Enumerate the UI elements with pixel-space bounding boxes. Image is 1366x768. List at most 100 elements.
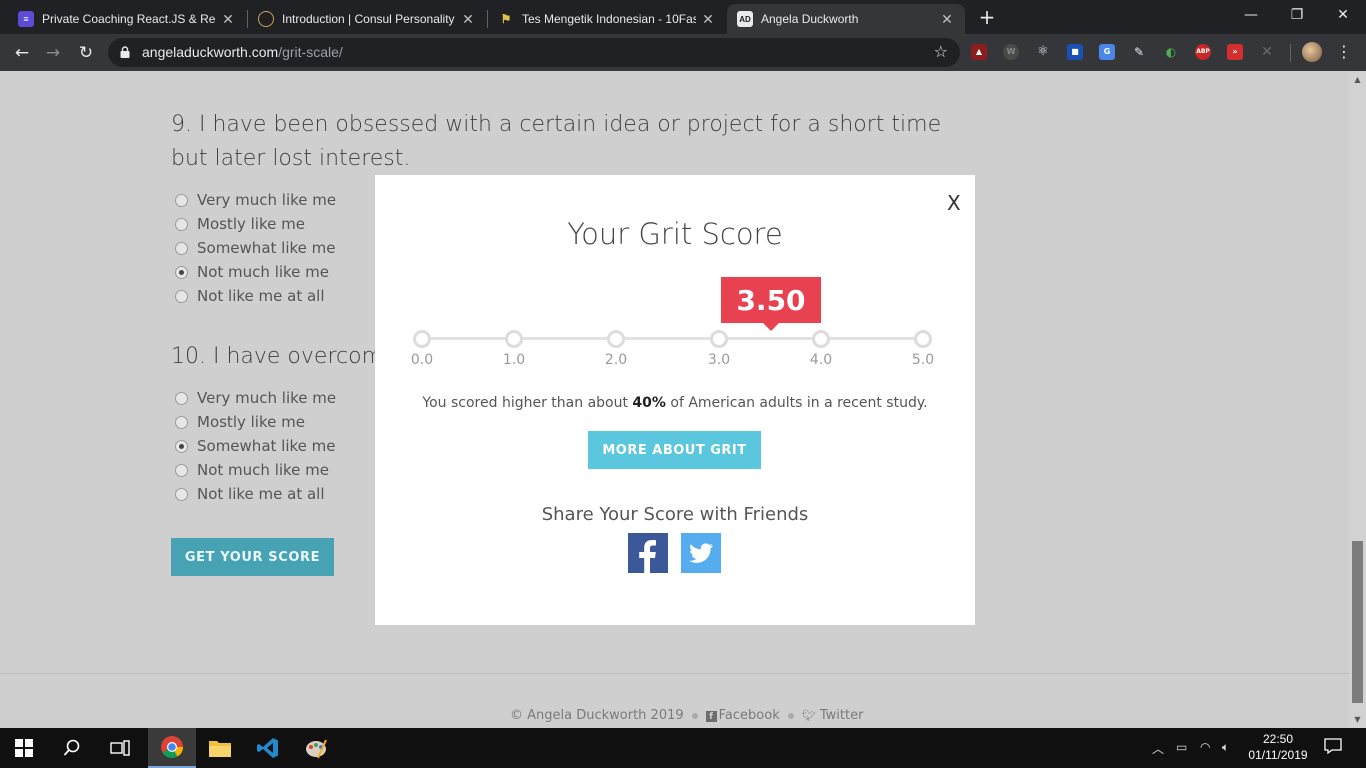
color-extension-icon[interactable]: ◐ [1163, 44, 1179, 60]
close-tab-icon[interactable]: ✕ [700, 11, 716, 28]
notifications-icon[interactable] [1324, 737, 1342, 758]
show-hidden-icons-chevron-icon[interactable]: ︿ [1152, 740, 1164, 757]
tab-tes-mengetik[interactable]: ⚑ Tes Mengetik Indonesian - 10Fast ✕ [488, 4, 726, 34]
score-pointer [762, 322, 780, 331]
question-10-text: 10. I have overcome [171, 344, 397, 369]
radio-button[interactable] [175, 193, 188, 207]
start-button[interactable] [0, 728, 48, 768]
red-forward-extension-icon[interactable]: » [1227, 44, 1243, 60]
eyedropper-extension-icon[interactable]: ✎ [1131, 44, 1147, 60]
volume-icon[interactable]: 🔈︎ [1222, 740, 1229, 755]
tab-consul-personality[interactable]: Introduction | Consul Personality ✕ [248, 4, 486, 34]
radio-button[interactable] [175, 289, 188, 303]
scale-label: 1.0 [502, 352, 526, 368]
scrollbar-thumb[interactable] [1352, 541, 1363, 703]
radio-button-selected[interactable] [175, 439, 188, 453]
radio-button[interactable] [175, 463, 188, 477]
radio-button-selected[interactable] [175, 265, 188, 279]
x-extension-icon[interactable]: ✕ [1259, 44, 1275, 60]
forward-button[interactable]: → [40, 40, 66, 66]
bookmark-star-icon[interactable]: ☆ [934, 42, 948, 61]
vscode-icon [257, 738, 278, 758]
taskbar-chrome[interactable] [148, 728, 196, 768]
close-tab-icon[interactable]: ✕ [220, 11, 236, 28]
chrome-icon [161, 736, 183, 758]
search-button[interactable] [48, 728, 96, 768]
page-scrollbar[interactable]: ▲ ▼ [1349, 71, 1366, 728]
react-devtools-icon[interactable]: ⚛ [1035, 44, 1051, 60]
q9-option-mostly[interactable]: Mostly like me [175, 212, 336, 236]
battery-icon[interactable]: ▭ [1176, 740, 1187, 754]
scale-label: 0.0 [410, 352, 434, 368]
radio-button[interactable] [175, 487, 188, 501]
windows-logo-icon [15, 739, 33, 757]
paint-palette-icon [306, 739, 327, 759]
share-twitter-button[interactable] [681, 533, 721, 573]
close-tab-icon[interactable]: ✕ [460, 11, 476, 28]
windows-taskbar: ︿ ▭ ◠ 🔈︎ 22:50 01/11/2019 [0, 728, 1366, 768]
q9-option-somewhat[interactable]: Somewhat like me [175, 236, 336, 260]
radio-button[interactable] [175, 415, 188, 429]
system-clock[interactable]: 22:50 01/11/2019 [1246, 731, 1310, 763]
scale-tick [413, 330, 431, 348]
radio-button[interactable] [175, 391, 188, 405]
scroll-down-arrow-icon[interactable]: ▼ [1349, 711, 1366, 728]
scale-tick [812, 330, 830, 348]
reload-button[interactable]: ↻ [73, 40, 99, 66]
footer-facebook-link[interactable]: f Facebook [705, 708, 780, 723]
question-10-options: Very much like me Mostly like me Somewha… [175, 386, 336, 506]
wifi-icon[interactable]: ◠ [1200, 740, 1210, 754]
task-view-button[interactable] [96, 728, 144, 768]
q10-option-not-much[interactable]: Not much like me [175, 458, 336, 482]
toolbar-separator [1290, 44, 1291, 62]
scroll-up-arrow-icon[interactable]: ▲ [1349, 71, 1366, 88]
twitter-icon: 🐦︎ [801, 709, 816, 722]
address-bar[interactable]: angeladuckworth.com/grit-scale/ ☆ [108, 38, 960, 67]
profile-avatar[interactable] [1302, 42, 1322, 62]
result-percent: 40% [632, 395, 666, 411]
more-about-grit-button[interactable]: MORE ABOUT GRIT [588, 431, 761, 469]
footer-copyright: © Angela Duckworth 2019 [510, 708, 684, 723]
get-your-score-button[interactable]: GET YOUR SCORE [171, 538, 334, 576]
q9-option-not-at-all[interactable]: Not like me at all [175, 284, 336, 308]
q10-option-mostly[interactable]: Mostly like me [175, 410, 336, 434]
radio-button[interactable] [175, 217, 188, 231]
blue-square-extension-icon[interactable]: ■ [1067, 44, 1083, 60]
pdf-extension-icon[interactable]: ▲ [971, 44, 987, 60]
share-facebook-button[interactable] [628, 533, 668, 573]
scale-label: 2.0 [604, 352, 628, 368]
google-translate-icon[interactable]: G [1099, 44, 1115, 60]
score-result-text: You scored higher than about 40% of Amer… [422, 395, 928, 411]
close-tab-icon[interactable]: ✕ [939, 11, 955, 28]
q10-option-very-much[interactable]: Very much like me [175, 386, 336, 410]
wordpress-extension-icon[interactable]: W [1003, 44, 1019, 60]
facebook-icon: f [705, 711, 717, 722]
consul-icon [258, 11, 274, 27]
minimize-button[interactable]: — [1228, 0, 1274, 30]
q9-option-very-much[interactable]: Very much like me [175, 188, 336, 212]
close-window-button[interactable]: ✕ [1320, 0, 1366, 30]
score-badge: 3.50 [721, 277, 821, 323]
flag-icon: ⚑ [500, 12, 512, 26]
folder-icon [209, 741, 231, 757]
tab-private-coaching[interactable]: ≡ Private Coaching React.JS & Reac ✕ [8, 4, 246, 34]
back-button[interactable]: ← [9, 40, 35, 66]
scale-tick [914, 330, 932, 348]
new-tab-button[interactable]: + [976, 6, 998, 28]
grit-score-modal: X Your Grit Score 3.50 0.0 1.0 2.0 3.0 4… [375, 175, 975, 625]
restore-button[interactable]: ❐ [1274, 0, 1320, 30]
q10-option-somewhat[interactable]: Somewhat like me [175, 434, 336, 458]
taskbar-vscode[interactable] [244, 728, 292, 768]
adblock-plus-icon[interactable]: ABP [1195, 44, 1211, 60]
radio-button[interactable] [175, 241, 188, 255]
tab-angela-duckworth[interactable]: AD Angela Duckworth ✕ [727, 4, 965, 34]
browser-toolbar: ← → ↻ angeladuckworth.com/grit-scale/ ☆ … [0, 34, 1366, 71]
footer: © Angela Duckworth 2019 f Facebook 🐦︎ Twi… [510, 708, 863, 723]
taskbar-file-explorer[interactable] [196, 728, 244, 768]
modal-close-button[interactable]: X [947, 191, 961, 215]
q10-option-not-at-all[interactable]: Not like me at all [175, 482, 336, 506]
footer-twitter-link[interactable]: 🐦︎ Twitter [802, 708, 864, 723]
q9-option-not-much[interactable]: Not much like me [175, 260, 336, 284]
browser-menu-icon[interactable]: ⋮ [1334, 40, 1354, 64]
taskbar-paint[interactable] [292, 728, 340, 768]
